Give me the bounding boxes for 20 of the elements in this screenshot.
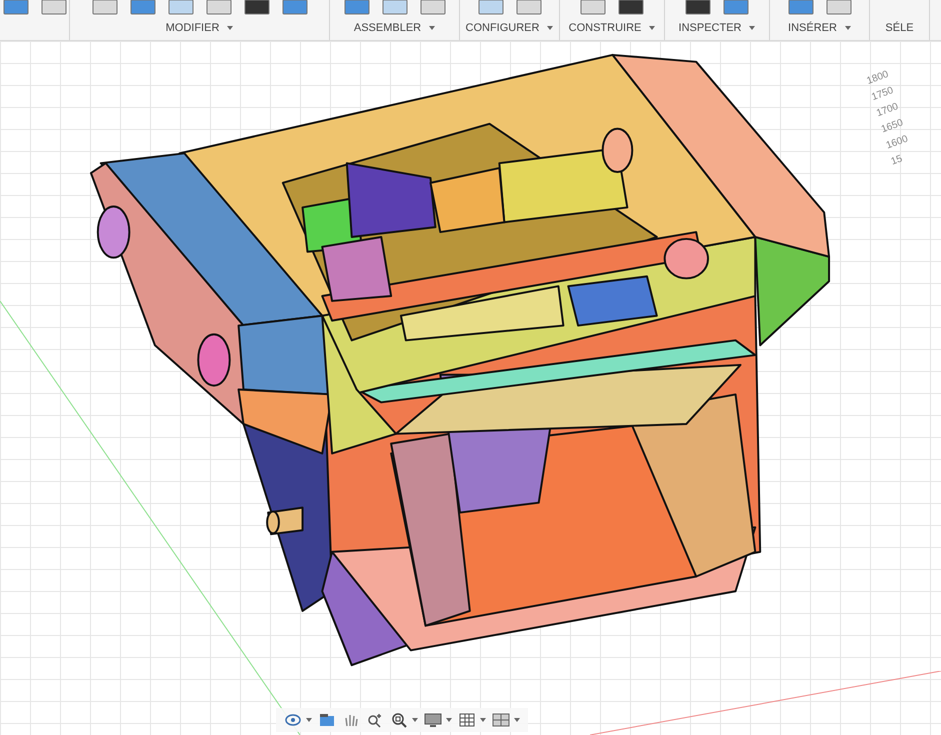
ruler-label: 1800 (864, 68, 890, 87)
viewports-icon[interactable] (492, 712, 510, 728)
camera-icon[interactable] (318, 712, 336, 728)
zoom-icon[interactable] (366, 712, 384, 728)
monitor-icon[interactable] (424, 712, 442, 728)
toolbar-group-menu[interactable]: SÉLE (885, 20, 914, 40)
toolbar-group-menu[interactable]: MODIFIER (166, 20, 234, 40)
orbit-icon[interactable] (284, 712, 302, 728)
tool-icon[interactable] (616, 0, 646, 16)
toolbar-group-menu[interactable]: INSPECTER (678, 20, 756, 40)
grid-icon[interactable] (458, 712, 476, 728)
toolbar-group-menu[interactable]: CONFIGURER (466, 20, 554, 40)
toolbar-group-menu[interactable]: ASSEMBLER (354, 20, 436, 40)
ruler-label: 1600 (884, 132, 910, 154)
toolbar-group-menu[interactable]: CONSTRUIRE (568, 20, 656, 40)
tool-icon[interactable] (242, 0, 272, 16)
tool-icon[interactable] (683, 0, 713, 16)
toolbar-group-menu[interactable]: INSÉRER (788, 20, 851, 40)
ruler-label: 15 (888, 152, 905, 170)
zoom-fit-icon[interactable] (390, 712, 408, 728)
